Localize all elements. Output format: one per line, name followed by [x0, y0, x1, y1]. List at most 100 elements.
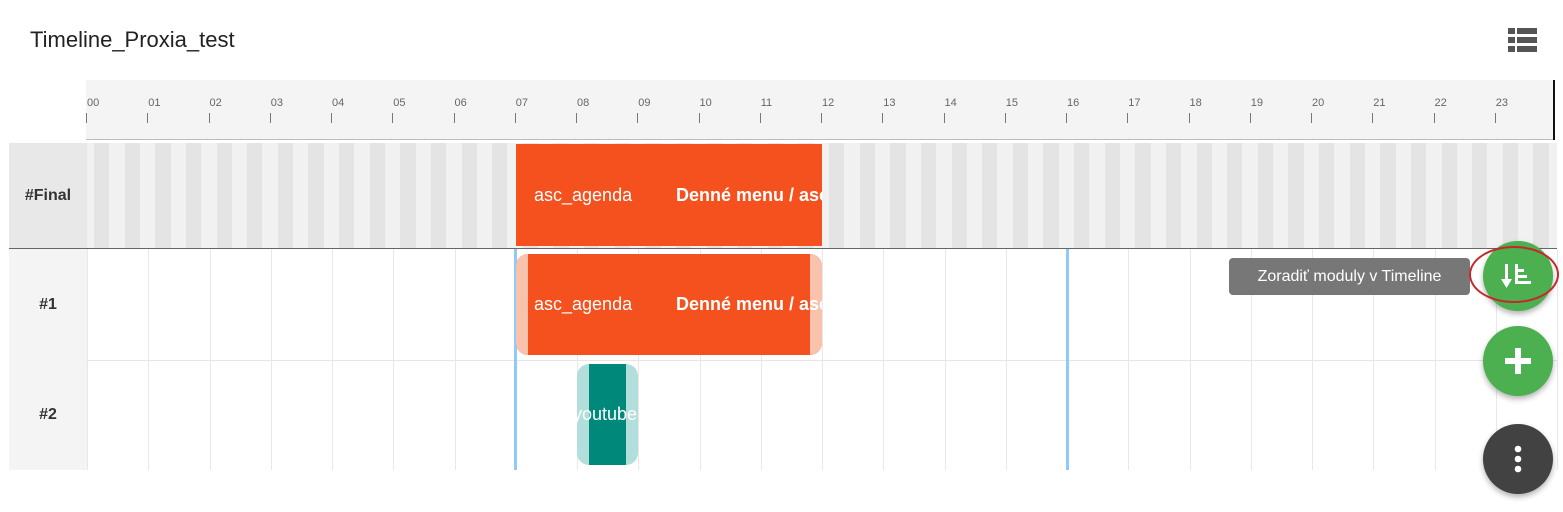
timeline-slot-stripe [1288, 143, 1304, 248]
plus-icon [1505, 348, 1531, 374]
timeline-slot-stripe [1349, 143, 1365, 248]
module-label: Denné menu / asc [676, 294, 822, 314]
module-label: asc_agenda [534, 294, 633, 314]
timeline-slot-stripe [1227, 143, 1243, 248]
hour-label: 11 [760, 97, 773, 109]
hour-label: 22 [1434, 97, 1447, 109]
timeline-slot-stripe [339, 143, 355, 248]
timeline-slot-stripe [951, 143, 967, 248]
timeline-slot-stripe [124, 143, 140, 248]
timeline-slot-stripe [247, 143, 263, 248]
hour-tick [1188, 113, 1190, 123]
hour-tick [1433, 113, 1435, 123]
hour-tick [1311, 113, 1312, 123]
more-vertical-icon [1514, 445, 1522, 473]
timeline-slot-stripe [829, 143, 845, 248]
hour-tick [1004, 113, 1006, 123]
hour-label: 17 [1128, 97, 1141, 109]
timeline-slot-stripe [1104, 143, 1120, 248]
hour-label: 09 [638, 97, 651, 109]
hour-label: 18 [1189, 97, 1202, 109]
hour-tick [331, 113, 332, 123]
page-title: Timeline_Proxia_test [30, 27, 235, 52]
time-marker-end[interactable] [1066, 249, 1069, 470]
hour-grid-line [1557, 249, 1558, 470]
timeline-slot-stripe [1533, 143, 1549, 248]
sort-modules-button[interactable] [1483, 241, 1553, 311]
timeline-ruler[interactable]: 00 01 02 03 04 05 06 07 08 09 10 11 12 13 14 15 16 17 18 19… [86, 80, 1555, 140]
timeline-slot-stripe [1135, 143, 1151, 248]
hour-label: 01 [148, 97, 161, 109]
hour-tick [1066, 113, 1067, 123]
final-module-block[interactable]: asc_agenda Denné menu / asc [516, 144, 822, 246]
hour-label: 06 [454, 97, 467, 109]
sort-tooltip: Zoradiť moduly v Timeline [1229, 258, 1470, 295]
view-list-icon[interactable] [1506, 26, 1539, 54]
timeline-slot-stripe [1410, 143, 1427, 248]
hour-tick [453, 113, 455, 123]
timeline-slot-stripe [492, 143, 508, 248]
ruler-end-line [1553, 80, 1555, 140]
hour-tick [576, 113, 577, 123]
hour-tick [1127, 113, 1129, 123]
timeline-slot-stripe [185, 143, 202, 248]
timeline-slot-stripe [1441, 143, 1457, 248]
hour-label: 07 [515, 97, 528, 109]
timeline-slot-stripe [1257, 143, 1274, 248]
timeline-slot-stripe [1380, 143, 1396, 248]
timeline-slot-stripe [1319, 143, 1335, 248]
timeline-slot-stripe [461, 143, 477, 248]
resize-handle-left[interactable] [516, 254, 528, 355]
track1-module-block[interactable]: asc_agenda Denné menu / asc [516, 254, 822, 355]
timeline-slot-stripe [277, 143, 294, 248]
sort-icon [1501, 264, 1531, 288]
hour-tick [514, 113, 516, 123]
module-label: asc_agenda [534, 184, 633, 205]
track-label-2: #2 [9, 360, 87, 470]
hour-label: 14 [944, 97, 957, 109]
timeline-slot-stripe [430, 143, 447, 248]
hour-tick [208, 113, 210, 123]
hour-tick [637, 113, 639, 123]
hour-label: 19 [1250, 97, 1263, 109]
hour-tick [1249, 113, 1251, 123]
timeline-slot-stripe [859, 143, 875, 248]
module-label: Denné menu / asc [676, 184, 822, 205]
hour-label: 10 [699, 97, 712, 109]
hour-tick [759, 113, 761, 123]
final-track [87, 143, 1557, 248]
hour-tick [1372, 113, 1374, 123]
hour-tick [269, 113, 271, 123]
hour-tick [882, 113, 884, 123]
timeline-slot-stripe [890, 143, 906, 248]
more-options-button[interactable] [1483, 424, 1553, 494]
hour-label: 05 [393, 97, 406, 109]
youtube-module-block[interactable]: youtube [577, 364, 638, 465]
timeline-slot-stripe [920, 143, 937, 248]
hour-label: 20 [1312, 97, 1325, 109]
timeline-slot-stripe [1165, 143, 1182, 248]
timeline-slot-stripe [369, 143, 385, 248]
hour-label: 03 [270, 97, 283, 109]
track-label-final: #Final [9, 143, 87, 248]
timeline-slot-stripe [1043, 143, 1059, 248]
timeline-slot-stripe [1502, 143, 1519, 248]
hour-tick [698, 113, 700, 123]
hour-label: 08 [577, 97, 590, 109]
timeline-slot-stripe [1196, 143, 1212, 248]
hour-tick [943, 113, 945, 123]
hour-label: 00 [87, 97, 100, 109]
hour-tick [1494, 113, 1496, 123]
hour-label: 12 [822, 97, 835, 109]
timeline-slot-stripe [216, 143, 232, 248]
hour-label: 02 [209, 97, 222, 109]
add-module-button[interactable] [1483, 326, 1553, 396]
track-label-1: #1 [9, 249, 87, 360]
timeline-slot-stripe [1472, 143, 1488, 248]
timeline-slot-stripe [1074, 143, 1090, 248]
timeline-slot-stripe [308, 143, 324, 248]
track-row-divider [87, 360, 1557, 361]
timeline-slot-stripe [400, 143, 416, 248]
hour-tick [821, 113, 822, 123]
timeline-slot-stripe [982, 143, 998, 248]
